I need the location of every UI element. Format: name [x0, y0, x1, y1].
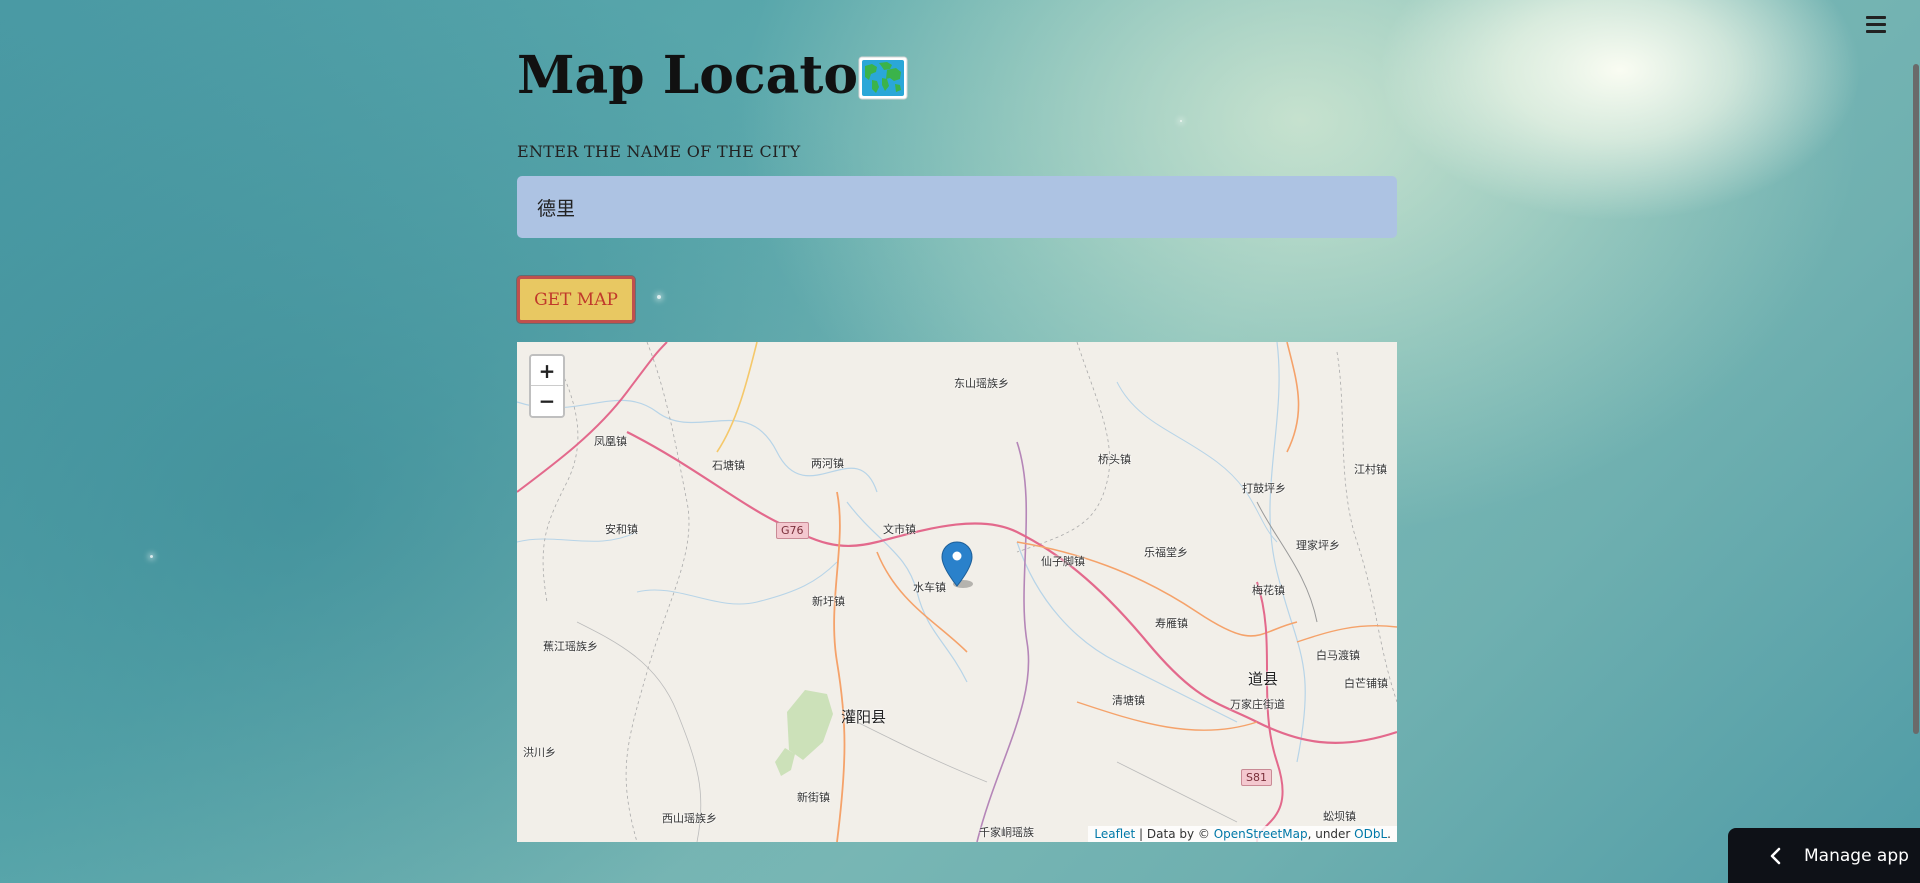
- map-place-label: 打鼓坪乡: [1242, 482, 1286, 495]
- attribution-text: , under: [1307, 827, 1355, 841]
- map-place-label: 江村镇: [1354, 463, 1387, 476]
- scrollbar-thumb[interactable]: [1913, 64, 1919, 734]
- map-place-label: 道县: [1248, 670, 1279, 688]
- map-place-label: 东山瑶族乡: [954, 377, 1009, 390]
- city-input-label: ENTER THE NAME OF THE CITY: [517, 142, 801, 161]
- background-sparkle: [657, 295, 661, 299]
- zoom-in-button[interactable]: +: [531, 356, 563, 386]
- map-place-label: 新圩镇: [812, 595, 845, 608]
- zoom-out-button[interactable]: −: [531, 386, 563, 416]
- world-map-icon: [858, 56, 908, 100]
- map-place-label: 文市镇: [883, 523, 916, 536]
- map-place-label: 石塘镇: [712, 459, 745, 472]
- map-place-label: 白马渡镇: [1316, 649, 1360, 662]
- chevron-left-icon: [1770, 847, 1781, 864]
- map-place-label: 白芒铺镇: [1344, 677, 1388, 690]
- city-input[interactable]: [517, 176, 1397, 238]
- hamburger-menu-icon[interactable]: [1866, 16, 1886, 34]
- map-place-label: 凤凰镇: [594, 435, 627, 448]
- map-place-label: 安和镇: [605, 523, 638, 536]
- map-place-label: 乐福堂乡: [1144, 546, 1188, 559]
- map-place-label: 西山瑶族乡: [662, 812, 717, 825]
- map-place-label: 洪川乡: [523, 746, 556, 759]
- map-pin-icon[interactable]: [941, 540, 975, 590]
- attribution-text: | Data by ©: [1135, 827, 1214, 841]
- zoom-control: + −: [529, 354, 565, 418]
- map-place-label: 蕉江瑶族乡: [543, 640, 598, 653]
- road-shield: S81: [1241, 769, 1272, 786]
- attribution-text: .: [1387, 827, 1391, 841]
- page-title: Map Locator: [517, 45, 886, 106]
- map-place-label: 桥头镇: [1098, 453, 1131, 466]
- map-place-label: 梅花镇: [1252, 584, 1285, 597]
- map-place-label: 寿雁镇: [1155, 617, 1188, 630]
- map-place-label: 蚣坝镇: [1323, 810, 1356, 823]
- map-place-label: 理家坪乡: [1296, 539, 1340, 552]
- openstreetmap-link[interactable]: OpenStreetMap: [1214, 827, 1308, 841]
- map-place-label: 清塘镇: [1112, 694, 1145, 707]
- page-scrollbar[interactable]: [1912, 0, 1920, 883]
- get-map-button[interactable]: GET MAP: [517, 276, 635, 323]
- manage-app-button[interactable]: Manage app: [1728, 828, 1920, 883]
- background-sparkle: [1180, 120, 1182, 122]
- map-place-label: 仙子脚镇: [1041, 555, 1085, 568]
- map-place-label: 灌阳县: [841, 708, 887, 726]
- manage-app-label: Manage app: [1804, 845, 1909, 866]
- map-view[interactable]: 东山瑶族乡 凤凰镇 石塘镇 两河镇 桥头镇 打鼓坪乡 江村镇 安和镇 文市镇 仙…: [517, 342, 1397, 842]
- map-place-label: 新街镇: [797, 791, 830, 804]
- leaflet-link[interactable]: Leaflet: [1094, 827, 1135, 841]
- map-attribution: Leaflet | Data by © OpenStreetMap, under…: [1088, 826, 1397, 842]
- background-sparkle: [150, 555, 153, 558]
- map-place-label: 千家峒瑶族: [979, 826, 1034, 839]
- odbl-link[interactable]: ODbL: [1354, 827, 1387, 841]
- map-place-label: 两河镇: [811, 457, 844, 470]
- road-shield: G76: [776, 522, 809, 539]
- map-place-label: 万家庄街道: [1230, 698, 1285, 711]
